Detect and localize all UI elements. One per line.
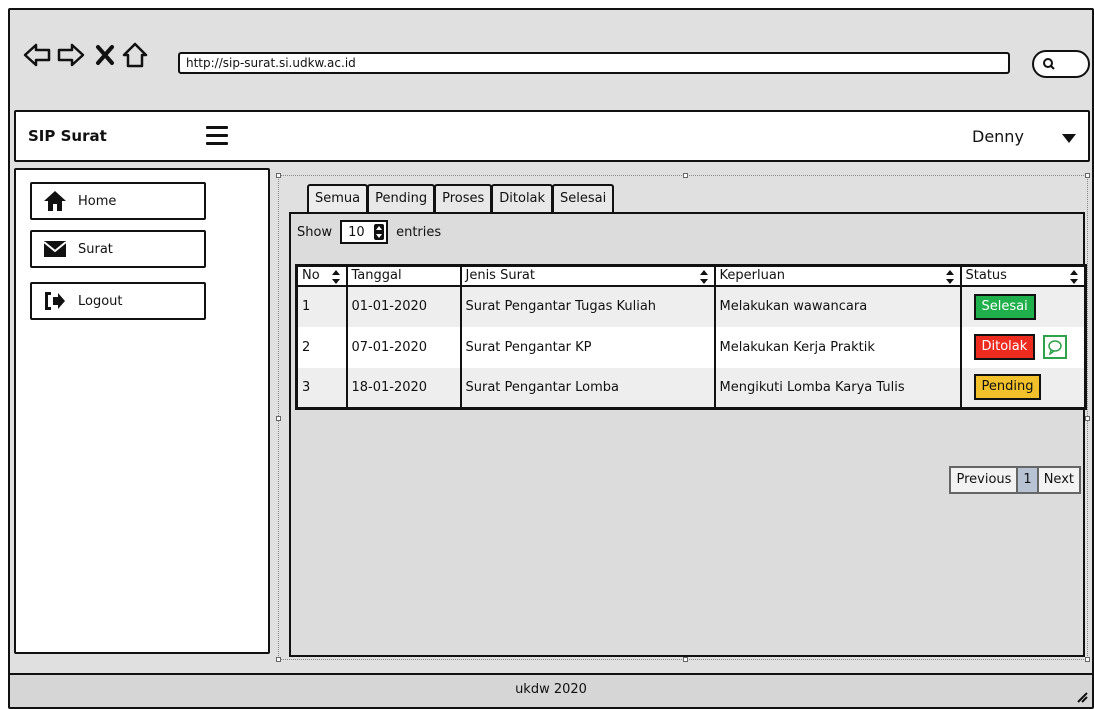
sidebar-item-home[interactable]: Home (30, 182, 206, 220)
entries-value: 10 (348, 224, 365, 240)
browser-window: http://sip-surat.si.udkw.ac.id SIP Surat… (8, 8, 1094, 709)
page-1-button[interactable]: 1 (1016, 466, 1039, 494)
search-icon (1043, 58, 1055, 70)
pagination: Previous 1 Next (949, 466, 1081, 494)
footer: ukdw 2020 (10, 673, 1092, 707)
column-header-tanggal[interactable]: Tanggal (346, 265, 462, 287)
table-row: 1 01-01-2020 Surat Pengantar Tugas Kulia… (296, 285, 1087, 327)
cell-keperluan: Mengikuti Lomba Karya Tulis (714, 367, 962, 409)
tab-proses[interactable]: Proses (434, 184, 493, 212)
entries-stepper[interactable]: 10 (340, 220, 389, 244)
cell-keperluan: Melakukan Kerja Praktik (714, 326, 962, 368)
cell-tanggal: 01-01-2020 (346, 285, 462, 327)
entries-control: Show 10 entries (297, 220, 441, 244)
sort-icon[interactable] (331, 270, 341, 284)
column-header-no[interactable]: No (296, 265, 348, 287)
cell-tanggal: 07-01-2020 (346, 326, 462, 368)
cell-status: Selesai (960, 285, 1087, 327)
tab-panel: Show 10 entries No Tanggal Jenis Surat K… (289, 212, 1087, 657)
hamburger-menu-icon[interactable] (206, 126, 228, 148)
cell-no: 3 (296, 367, 348, 409)
cell-keperluan: Melakukan wawancara (714, 285, 962, 327)
tab-ditolak[interactable]: Ditolak (491, 184, 554, 212)
resize-handle-icon[interactable] (1076, 691, 1088, 703)
browser-toolbar: http://sip-surat.si.udkw.ac.id (10, 10, 1092, 104)
cell-jenis-surat: Surat Pengantar KP (460, 326, 716, 368)
entries-suffix: entries (396, 224, 442, 240)
cell-status: Ditolak (960, 326, 1087, 368)
home-icon[interactable] (120, 40, 150, 70)
envelope-icon (42, 238, 68, 260)
back-arrow-icon[interactable] (22, 40, 52, 70)
status-badge-pending[interactable]: Pending (973, 374, 1042, 401)
tab-selesai[interactable]: Selesai (552, 184, 615, 212)
status-badge-selesai[interactable]: Selesai (973, 293, 1036, 320)
previous-button[interactable]: Previous (949, 466, 1019, 494)
status-tabs: Semua Pending Proses Ditolak Selesai (307, 184, 615, 212)
chevron-down-icon[interactable] (1062, 134, 1076, 143)
sidebar-item-label: Logout (78, 293, 123, 309)
table-row: 2 07-01-2020 Surat Pengantar KP Melakuka… (296, 326, 1087, 368)
sidebar: Home Surat Logout (14, 168, 270, 654)
url-input[interactable]: http://sip-surat.si.udkw.ac.id (178, 52, 1010, 74)
footer-text: ukdw 2020 (515, 682, 587, 697)
stepper-arrows-icon[interactable] (374, 224, 385, 240)
cell-jenis-surat: Surat Pengantar Lomba (460, 367, 716, 409)
sidebar-item-surat[interactable]: Surat (30, 230, 206, 268)
status-badge-ditolak[interactable]: Ditolak (973, 334, 1036, 360)
show-label: Show (297, 224, 333, 240)
tab-semua[interactable]: Semua (307, 184, 369, 212)
next-button[interactable]: Next (1036, 466, 1081, 494)
cell-no: 2 (296, 326, 348, 368)
surat-table: No Tanggal Jenis Surat Keperluan Status … (295, 264, 1087, 410)
browser-search-field[interactable] (1032, 50, 1090, 78)
sort-icon[interactable] (1069, 270, 1079, 284)
sidebar-item-label: Home (78, 193, 117, 209)
app-header: SIP Surat Denny (14, 110, 1090, 162)
forward-arrow-icon[interactable] (56, 40, 86, 70)
logout-icon (42, 290, 68, 312)
cell-no: 1 (296, 285, 348, 327)
tab-pending[interactable]: Pending (367, 184, 436, 212)
home-icon (42, 190, 68, 212)
cell-tanggal: 18-01-2020 (346, 367, 462, 409)
sort-icon[interactable] (945, 270, 955, 284)
column-header-keperluan[interactable]: Keperluan (714, 265, 962, 287)
sidebar-item-logout[interactable]: Logout (30, 282, 206, 320)
main-content: Semua Pending Proses Ditolak Selesai Sho… (276, 173, 1090, 662)
column-header-status[interactable]: Status (960, 265, 1087, 287)
user-name[interactable]: Denny (972, 127, 1024, 146)
cell-jenis-surat: Surat Pengantar Tugas Kuliah (460, 285, 716, 327)
cell-status: Pending (960, 367, 1087, 409)
close-icon[interactable] (90, 40, 120, 70)
comment-icon[interactable] (1043, 334, 1068, 359)
table-row: 3 18-01-2020 Surat Pengantar Lomba Mengi… (296, 367, 1087, 409)
sidebar-item-label: Surat (78, 241, 113, 257)
app-brand: SIP Surat (28, 127, 107, 145)
sort-icon[interactable] (699, 270, 709, 284)
column-header-jenis-surat[interactable]: Jenis Surat (460, 265, 716, 287)
